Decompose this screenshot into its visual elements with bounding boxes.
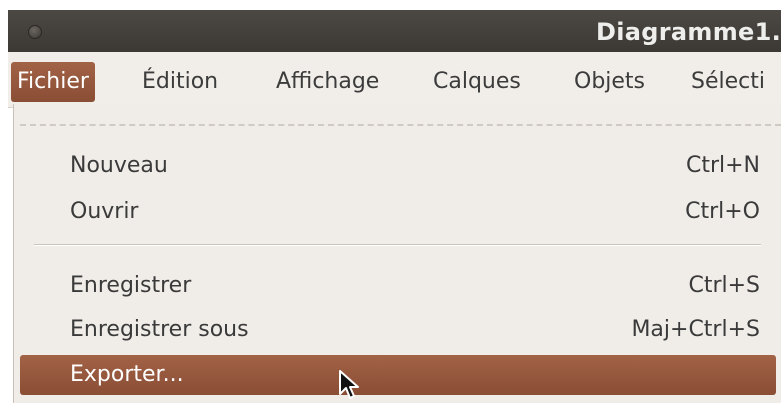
menu-item-ouvrir[interactable]: Ouvrir Ctrl+O — [20, 192, 776, 232]
menu-item-shortcut: Ctrl+N — [685, 153, 760, 178]
menu-separator — [34, 244, 761, 246]
menu-edition[interactable]: Édition — [142, 62, 218, 102]
menu-item-label: Enregistrer — [70, 273, 192, 298]
menu-objets[interactable]: Objets — [574, 62, 645, 102]
menu-item-exporter[interactable]: Exporter... — [20, 355, 776, 395]
menu-item-label: Exporter... — [70, 362, 184, 387]
fichier-dropdown-menu: Nouveau Ctrl+N Ouvrir Ctrl+O Enregistrer… — [13, 104, 781, 403]
menu-calques[interactable]: Calques — [433, 62, 521, 102]
menu-item-enregistrer-sous[interactable]: Enregistrer sous Maj+Ctrl+S — [20, 310, 776, 350]
menu-item-enregistrer[interactable]: Enregistrer Ctrl+S — [20, 266, 776, 306]
menu-item-label: Ouvrir — [70, 199, 139, 224]
menu-selection[interactable]: Sélecti — [691, 62, 765, 102]
mouse-pointer-icon — [339, 370, 359, 399]
menu-item-label: Nouveau — [70, 153, 168, 178]
menu-item-shortcut: Ctrl+S — [688, 273, 760, 298]
window-title: Diagramme1. — [596, 18, 781, 46]
menu-affichage[interactable]: Affichage — [276, 62, 379, 102]
menu-item-shortcut: Maj+Ctrl+S — [631, 317, 760, 342]
menu-item-shortcut: Ctrl+O — [685, 199, 760, 224]
menu-item-label: Enregistrer sous — [70, 317, 249, 342]
menubar: Fichier Édition Affichage Calques Objets… — [8, 52, 781, 108]
tearoff-line[interactable] — [20, 124, 781, 126]
window-close-button-icon[interactable] — [28, 25, 42, 39]
window-titlebar[interactable]: Diagramme1. — [8, 10, 781, 52]
menu-fichier[interactable]: Fichier — [11, 62, 95, 102]
menu-item-nouveau[interactable]: Nouveau Ctrl+N — [20, 146, 776, 186]
